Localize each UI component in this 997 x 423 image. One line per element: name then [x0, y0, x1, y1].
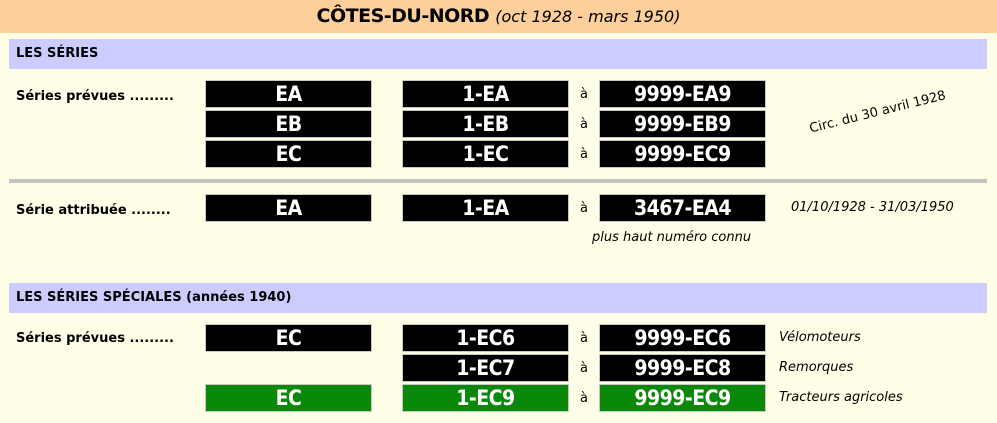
plate-special-series-ec: EC	[205, 324, 372, 352]
assigned-dates: 01/10/1928 - 31/03/1950	[791, 200, 954, 215]
planned-series-label: Séries prévues .........	[16, 89, 174, 104]
section-header-special-series: LES SÉRIES SPÉCIALES (années 1940)	[9, 283, 987, 313]
use-velomoteurs: Vélomoteurs	[779, 330, 861, 345]
plate-from-1-eb: 1-EB	[402, 110, 569, 138]
plate-green-to-9999-ec9: 9999-EC9	[599, 384, 766, 412]
plate-series-ea: EA	[205, 80, 372, 108]
range-separator: à	[580, 117, 588, 132]
page-title: CÔTES-DU-NORD	[316, 5, 490, 27]
use-remorques: Remorques	[779, 360, 854, 375]
title-bar: CÔTES-DU-NORD (oct 1928 - mars 1950)	[0, 0, 997, 33]
plate-series-ec: EC	[205, 140, 372, 168]
plate-green-from-1-ec9: 1-EC9	[402, 384, 569, 412]
plate-from-1-ec7: 1-EC7	[402, 354, 569, 382]
range-separator: à	[580, 87, 588, 102]
assigned-series-label: Série attribuée ........	[16, 203, 171, 218]
range-separator: à	[580, 201, 588, 216]
circular-note: Circ. du 30 avril 1928	[808, 88, 948, 137]
plate-assigned-from: 1-EA	[402, 194, 569, 222]
section-divider	[9, 179, 987, 183]
plate-from-1-ec: 1-EC	[402, 140, 569, 168]
highest-number-note: plus haut numéro connu	[592, 230, 752, 245]
plate-green-series-ec: EC	[205, 384, 372, 412]
range-separator: à	[580, 361, 588, 376]
range-separator: à	[580, 391, 588, 406]
special-planned-label: Séries prévues .........	[16, 331, 174, 346]
section-header-series: LES SÉRIES	[9, 39, 987, 69]
plate-assigned-series: EA	[205, 194, 372, 222]
plate-to-9999-ea9: 9999-EA9	[599, 80, 766, 108]
plate-to-9999-ec8: 9999-EC8	[599, 354, 766, 382]
range-separator: à	[580, 147, 588, 162]
plate-from-1-ea: 1-EA	[402, 80, 569, 108]
plate-assigned-to: 3467-EA4	[599, 194, 766, 222]
page-subtitle: (oct 1928 - mars 1950)	[495, 7, 681, 26]
plate-to-9999-ec6: 9999-EC6	[599, 324, 766, 352]
plate-to-9999-eb9: 9999-EB9	[599, 110, 766, 138]
plate-to-9999-ec9: 9999-EC9	[599, 140, 766, 168]
range-separator: à	[580, 331, 588, 346]
use-tracteurs-agricoles: Tracteurs agricoles	[779, 390, 903, 405]
plate-series-eb: EB	[205, 110, 372, 138]
plate-from-1-ec6: 1-EC6	[402, 324, 569, 352]
